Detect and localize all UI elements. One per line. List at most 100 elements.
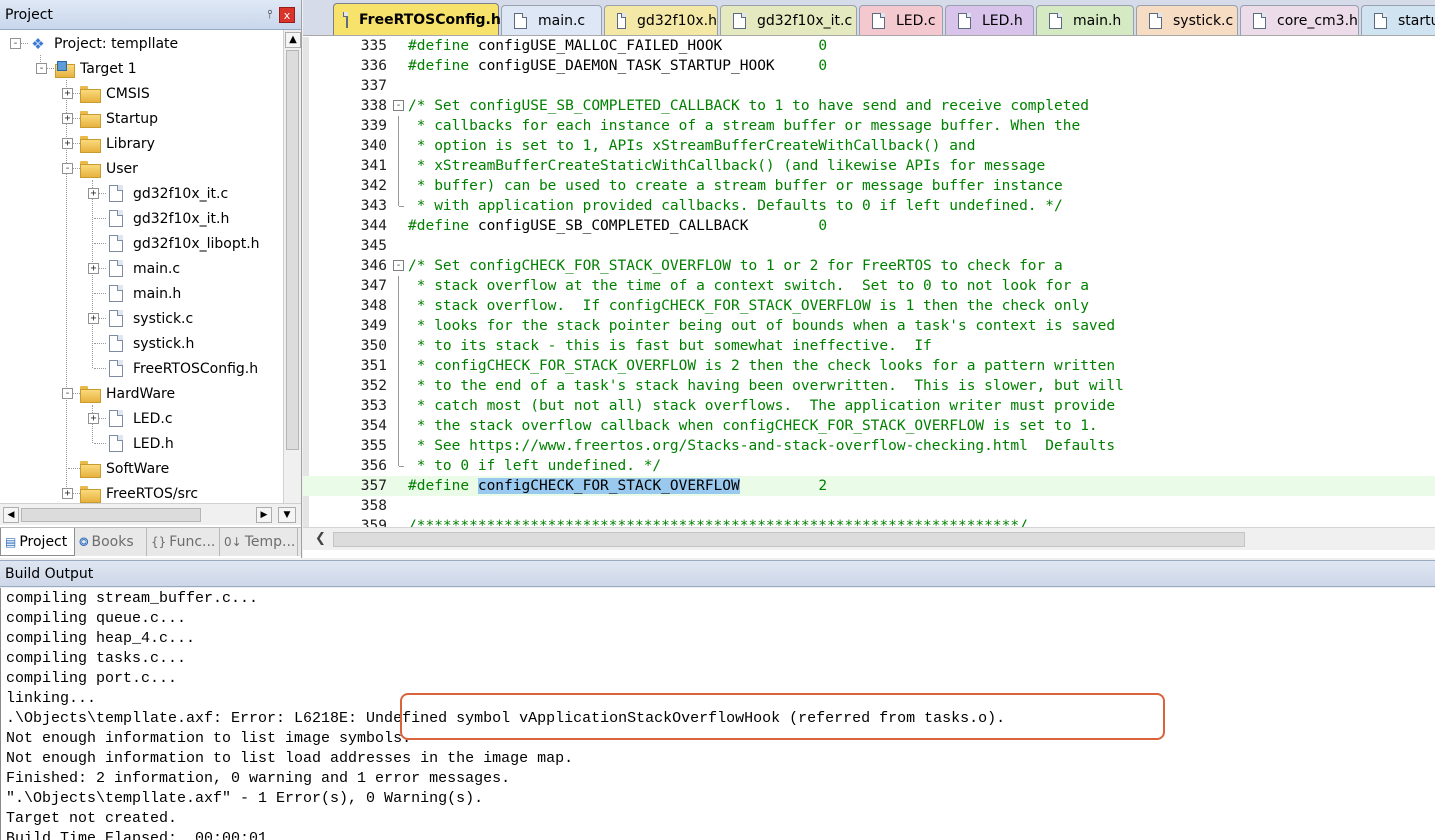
editor-tab-gd32f10x-it-c[interactable]: gd32f10x_it.c <box>720 5 857 35</box>
scrollbar-thumb[interactable] <box>333 532 1245 547</box>
scrollbar-thumb[interactable] <box>286 50 299 450</box>
editor-tab-startu[interactable]: startu <box>1361 5 1435 35</box>
tree-item[interactable]: FreeRTOS/src <box>80 481 198 503</box>
tree-item[interactable]: CMSIS <box>80 81 150 106</box>
code-line[interactable]: 358 <box>303 496 1435 516</box>
expand-icon[interactable]: + <box>88 413 99 424</box>
editor-horizontal-scrollbar[interactable]: ❮ <box>303 527 1435 550</box>
editor-tab-label: startu <box>1398 12 1435 29</box>
code-line[interactable]: 342 * buffer) can be used to create a st… <box>303 176 1435 196</box>
code-line[interactable]: 356 * to 0 if left undefined. */ <box>303 456 1435 476</box>
code-line[interactable]: 337 <box>303 76 1435 96</box>
fold-collapse-icon[interactable]: - <box>391 256 405 276</box>
code-line[interactable]: 335 #define configUSE_MALLOC_FAILED_HOOK … <box>303 37 1435 56</box>
tree-item[interactable]: User <box>80 156 138 181</box>
editor-tab-core-cm3-h[interactable]: core_cm3.h <box>1240 5 1359 35</box>
code-text: #define configCHECK_FOR_STACK_OVERFLOW 2 <box>408 476 827 496</box>
build-output-panel[interactable]: compiling stream_buffer.c... compiling qu… <box>0 588 1435 840</box>
comment-text: * to the end of a task's stack having be… <box>408 378 1124 394</box>
editor-tab-systick-c[interactable]: systick.c <box>1136 5 1238 35</box>
scroll-left-arrow-icon[interactable]: ❮ <box>315 531 326 546</box>
build-output-line: linking... <box>6 690 97 707</box>
line-number: 352 <box>360 378 387 394</box>
code-line[interactable]: 345 <box>303 236 1435 256</box>
tree-item[interactable]: systick.h <box>106 331 194 356</box>
code-line[interactable]: 340 * option is set to 1, APIs xStreamBu… <box>303 136 1435 156</box>
scrollbar-thumb[interactable] <box>21 508 201 522</box>
code-line[interactable]: 336 #define configUSE_DAEMON_TASK_STARTUP… <box>303 56 1435 76</box>
collapse-icon[interactable]: - <box>36 63 47 74</box>
editor-tab-label: LED.h <box>982 12 1023 29</box>
tab-temp[interactable]: 0↓ Temp... <box>220 528 298 556</box>
expand-icon[interactable]: + <box>88 313 99 324</box>
code-line[interactable]: 344 #define configUSE_SB_COMPLETED_CALLBA… <box>303 216 1435 236</box>
editor-tab-led-c[interactable]: LED.c <box>859 5 943 35</box>
scroll-right-arrow-icon[interactable]: ▶ <box>256 507 272 523</box>
expand-icon[interactable]: + <box>62 138 73 149</box>
editor-tab-main-c[interactable]: main.c <box>501 5 602 35</box>
tree-item[interactable]: SoftWare <box>80 456 169 481</box>
code-line[interactable]: 353 * catch most (but not all) stack ove… <box>303 396 1435 416</box>
scroll-up-arrow-icon[interactable]: ▲ <box>285 32 301 48</box>
project-tree-horizontal-scrollbar[interactable]: ◀ ▶ ▼ <box>0 503 301 525</box>
tab-project[interactable]: ▤ Project <box>0 528 75 556</box>
line-number: 358 <box>360 498 387 514</box>
editor-tab-gd32f10x-h[interactable]: gd32f10x.h <box>604 5 718 35</box>
pin-icon[interactable]: ⫯ <box>261 7 279 22</box>
tab-books[interactable]: ⭗ Books <box>75 528 147 556</box>
editor-tab-freertosconfig-h[interactable]: FreeRTOSConfig.h <box>333 3 501 35</box>
close-icon[interactable]: x <box>279 6 295 23</box>
code-line[interactable]: 338-/* Set configUSE_SB_COMPLETED_CALLBA… <box>303 96 1435 116</box>
tree-item[interactable]: Startup <box>80 106 158 131</box>
tree-item[interactable]: HardWare <box>80 381 175 406</box>
tree-item[interactable]: systick.c <box>106 306 193 331</box>
expand-icon[interactable]: + <box>88 188 99 199</box>
tree-item[interactable]: main.c <box>106 256 180 281</box>
code-line[interactable]: 359 /************************************… <box>303 516 1435 527</box>
tree-item[interactable]: gd32f10x_it.c <box>106 181 228 206</box>
comment-text: /* Set configUSE_SB_COMPLETED_CALLBACK t… <box>408 98 1089 114</box>
expand-icon[interactable]: + <box>62 113 73 124</box>
tree-item[interactable]: gd32f10x_it.h <box>106 206 229 231</box>
code-line[interactable]: 343 * with application provided callback… <box>303 196 1435 216</box>
tree-item[interactable]: Library <box>80 131 155 156</box>
tree-item[interactable]: LED.c <box>106 406 173 431</box>
code-line[interactable]: 341 * xStreamBufferCreateStaticWithCallb… <box>303 156 1435 176</box>
code-line[interactable]: 347 * stack overflow at the time of a co… <box>303 276 1435 296</box>
macro-value: 0 <box>818 38 828 54</box>
code-line[interactable]: 357 #define configCHECK_FOR_STACK_OVERFLO… <box>303 476 1435 496</box>
project-tree-vertical-scrollbar[interactable]: ▲ <box>283 30 301 503</box>
expand-icon[interactable]: + <box>62 88 73 99</box>
code-line[interactable]: 352 * to the end of a task's stack havin… <box>303 376 1435 396</box>
code-line[interactable]: 349 * looks for the stack pointer being … <box>303 316 1435 336</box>
editor-tab-main-h[interactable]: main.h <box>1036 5 1134 35</box>
fold-collapse-icon[interactable]: - <box>391 96 405 116</box>
tree-item[interactable]: FreeRTOSConfig.h <box>106 356 258 381</box>
code-area[interactable]: 335 #define configUSE_MALLOC_FAILED_HOOK … <box>303 37 1435 527</box>
tree-item[interactable]: LED.h <box>106 431 174 456</box>
file-icon <box>109 360 123 377</box>
code-line[interactable]: 354 * the stack overflow callback when c… <box>303 416 1435 436</box>
tab-func[interactable]: {} Func... <box>147 528 220 556</box>
collapse-icon[interactable]: - <box>10 38 21 49</box>
code-line[interactable]: 339 * callbacks for each instance of a s… <box>303 116 1435 136</box>
code-line[interactable]: 350 * to its stack - this is fast but so… <box>303 336 1435 356</box>
tree-item[interactable]: gd32f10x_libopt.h <box>106 231 260 256</box>
tree-item[interactable]: main.h <box>106 281 181 306</box>
scroll-down-arrow-icon[interactable]: ▼ <box>278 507 296 523</box>
project-tree[interactable]: - ❖ Project: templlate - Target 1 + CMSIS + Star… <box>0 30 283 503</box>
editor-tab-led-h[interactable]: LED.h <box>945 5 1034 35</box>
line-number: 346 <box>360 258 387 274</box>
collapse-icon[interactable]: - <box>62 163 73 174</box>
expand-icon[interactable]: + <box>62 488 73 499</box>
code-line[interactable]: 355 * See https://www.freertos.org/Stack… <box>303 436 1435 456</box>
code-line[interactable]: 351 * configCHECK_FOR_STACK_OVERFLOW is … <box>303 356 1435 376</box>
scroll-left-arrow-icon[interactable]: ◀ <box>3 507 19 523</box>
tree-guide-line <box>94 443 106 444</box>
tree-item[interactable]: Target 1 <box>54 56 137 81</box>
expand-icon[interactable]: + <box>88 263 99 274</box>
tree-item[interactable]: ❖ Project: templlate <box>28 31 178 56</box>
code-line[interactable]: 348 * stack overflow. If configCHECK_FOR… <box>303 296 1435 316</box>
code-line[interactable]: 346-/* Set configCHECK_FOR_STACK_OVERFLO… <box>303 256 1435 276</box>
collapse-icon[interactable]: - <box>62 388 73 399</box>
